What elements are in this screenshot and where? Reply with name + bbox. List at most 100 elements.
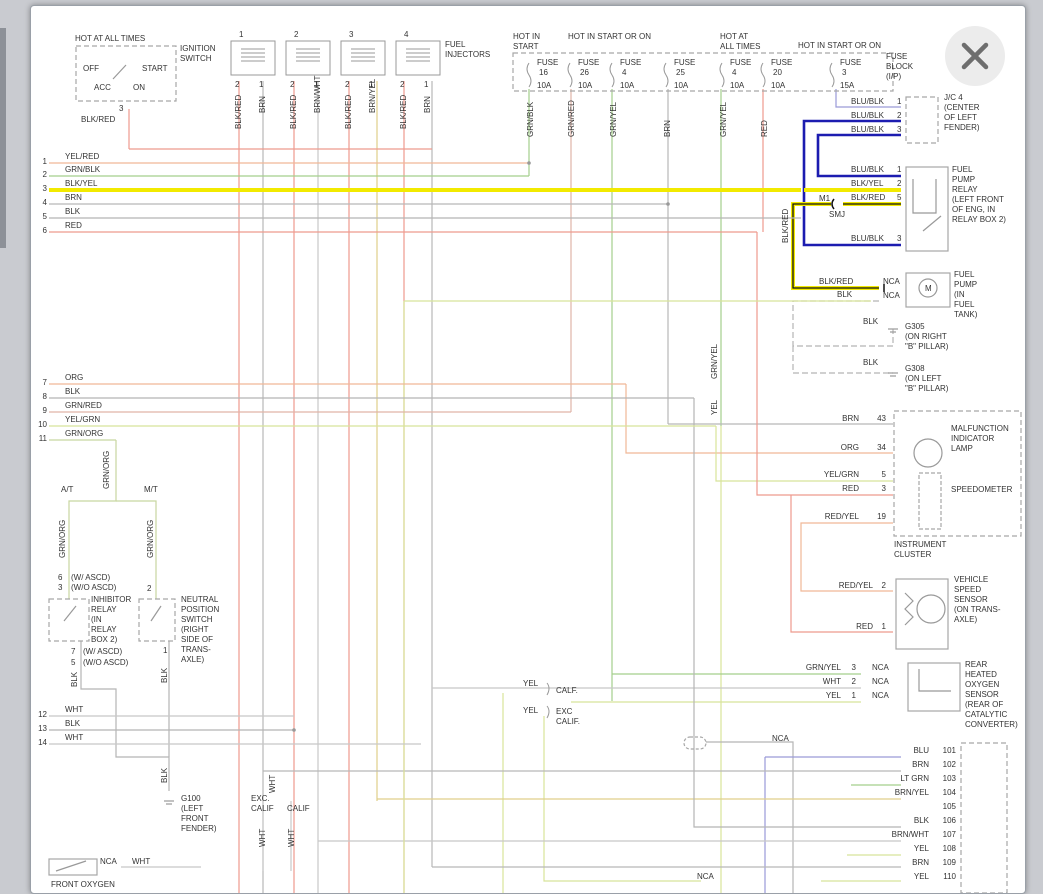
vss-pin: 2 xyxy=(882,581,887,590)
jc4-wire: BLU/BLK xyxy=(851,111,885,120)
label-mil-line: LAMP xyxy=(951,444,973,453)
ecm-pin: 103 xyxy=(943,774,957,783)
wire-row-12: 12 WHT xyxy=(38,705,294,719)
inhibitor-relay-box xyxy=(48,598,90,642)
wire-row-color: BRN xyxy=(65,193,82,202)
ecm-wire: BRN/YEL xyxy=(895,788,930,797)
label-blk-red-vertical: BLK/RED xyxy=(781,209,790,243)
fuse-element xyxy=(567,62,573,88)
label-inhibitor-relay-line: INHIBITOR xyxy=(91,595,132,604)
label-nps-line: SIDE OF xyxy=(181,635,213,644)
nps-contact xyxy=(150,605,162,622)
ecm-pin: 106 xyxy=(943,816,957,825)
label-front-oxygen: FRONT OXYGEN xyxy=(51,880,115,889)
ecm-pin: 107 xyxy=(943,830,957,839)
label-fuel-pump-relay-line: (LEFT FRONT xyxy=(952,195,1004,204)
fuse-number: 20 xyxy=(773,68,782,77)
relay-pin: 3 xyxy=(897,234,902,243)
label-blk-left: BLK xyxy=(70,671,79,687)
fuse-label: FUSE xyxy=(730,58,751,67)
label-g305-line: "B" PILLAR) xyxy=(905,342,949,351)
wire-row-number: 13 xyxy=(38,724,47,733)
label-fuel-injectors-line: FUEL xyxy=(445,40,466,49)
label-ignition-switch-line: IGNITION xyxy=(180,44,216,53)
label-smj: SMJ xyxy=(829,210,845,219)
fuse-amp: 10A xyxy=(578,81,593,90)
label-yel-calf: YEL xyxy=(523,679,539,688)
label-rear-o2-line: OXYGEN xyxy=(965,680,999,689)
rho2-pin: 2 xyxy=(852,677,857,686)
label-instrument-cluster-line: CLUSTER xyxy=(894,550,932,559)
label-nca-front: NCA xyxy=(100,857,118,866)
jc4-wire: BLU/BLK xyxy=(851,125,885,134)
label-blk-right: BLK xyxy=(160,667,169,683)
wire-nca-gray xyxy=(706,741,794,893)
ecm-wire: YEL xyxy=(914,844,930,853)
rho2-nca: NCA xyxy=(872,663,890,672)
label-inhibitor-relay-line: (IN xyxy=(91,615,102,624)
fuse-4: FUSE4 10A GRN/YEL xyxy=(719,58,751,137)
wire-row-6: 6 RED xyxy=(43,221,757,235)
label-fuel-pump-line: (IN xyxy=(954,290,965,299)
label-blk-g100: BLK xyxy=(160,767,169,783)
splice-dot xyxy=(292,728,296,732)
wire-row-color: YEL/GRN xyxy=(65,415,100,424)
label-inhibitor-relay-line: BOX 2) xyxy=(91,635,118,644)
ground-symbol-g308 xyxy=(888,372,898,377)
jc4-wire: BLU/BLK xyxy=(851,97,885,106)
label-fuel-pump-line: TANK) xyxy=(954,310,978,319)
label-ign-wire: BLK/RED xyxy=(81,115,115,124)
label-instrument-cluster-line: INSTRUMENT xyxy=(894,540,947,549)
ignition-contact xyxy=(112,64,127,80)
label-fuse-block-line: BLOCK xyxy=(886,62,914,71)
injector-body xyxy=(340,40,386,76)
wire-row-color: BLK xyxy=(65,719,81,728)
injector-wire-left: BLK/RED xyxy=(234,95,243,129)
cluster-wire: RED/YEL xyxy=(825,512,860,521)
label-hot-in-start-line: HOT IN xyxy=(513,32,540,41)
wire-row-14: 14 WHT xyxy=(38,733,421,747)
injector-pin: 2 xyxy=(235,80,240,89)
relay-wire: BLK/YEL xyxy=(851,179,884,188)
label-hot-at-all-times-2-line: HOT AT xyxy=(720,32,748,41)
ecm-wire: YEL xyxy=(914,872,930,881)
fuse-element xyxy=(663,62,669,88)
background-window-edge xyxy=(0,28,6,248)
label-jc4-line: J/C 4 xyxy=(944,93,963,102)
inh-pin: 3 xyxy=(58,583,63,592)
rho2-pin: 1 xyxy=(852,691,857,700)
fuse-number: 25 xyxy=(676,68,685,77)
wire-row-11: 11 GRN/ORG xyxy=(39,429,116,443)
fuse-label: FUSE xyxy=(771,58,792,67)
relay-coil-shape xyxy=(912,179,937,214)
wire-row-color: BLK xyxy=(65,207,81,216)
label-ignition-switch-line: SWITCH xyxy=(180,54,212,63)
wire-row-color: BLK/YEL xyxy=(65,179,98,188)
wire-row-color: ORG xyxy=(65,373,83,382)
nps-pin: 2 xyxy=(147,584,152,593)
label-speedometer: SPEEDOMETER xyxy=(951,485,1013,494)
nca-connector xyxy=(683,736,707,750)
label-g308-blk: BLK xyxy=(863,358,879,367)
vss-rotor-circle xyxy=(916,594,946,624)
relay-wire: BLU/BLK xyxy=(851,234,885,243)
inh-pin: 5 xyxy=(71,658,76,667)
relay-pin: 5 xyxy=(897,193,902,202)
wire-row-number: 3 xyxy=(43,184,48,193)
fuel-injector-2: 22 1BLK/RED BRN/WHT xyxy=(285,30,331,129)
label-nps-line: (RIGHT xyxy=(181,625,209,634)
label-vss-line: AXLE) xyxy=(954,615,977,624)
label-vss-line: SENSOR xyxy=(954,595,988,604)
label-vss-line: (ON TRANS- xyxy=(954,605,1001,614)
injector-body xyxy=(230,40,276,76)
pump-nca: NCA xyxy=(883,277,901,286)
ground-symbol-g100 xyxy=(164,800,174,805)
label-grn-org-right: GRN/ORG xyxy=(146,520,155,558)
close-button[interactable]: × xyxy=(945,26,1005,86)
wire-row-13: 13 BLK xyxy=(38,719,296,733)
wire-row-7: 7 ORG xyxy=(43,373,626,387)
injector-wire-right: BRN xyxy=(423,96,432,113)
fuse-element xyxy=(526,62,532,88)
wire-row-2: 2 GRN/BLK xyxy=(43,165,529,179)
fuse-wire: GRN/YEL xyxy=(719,101,728,137)
